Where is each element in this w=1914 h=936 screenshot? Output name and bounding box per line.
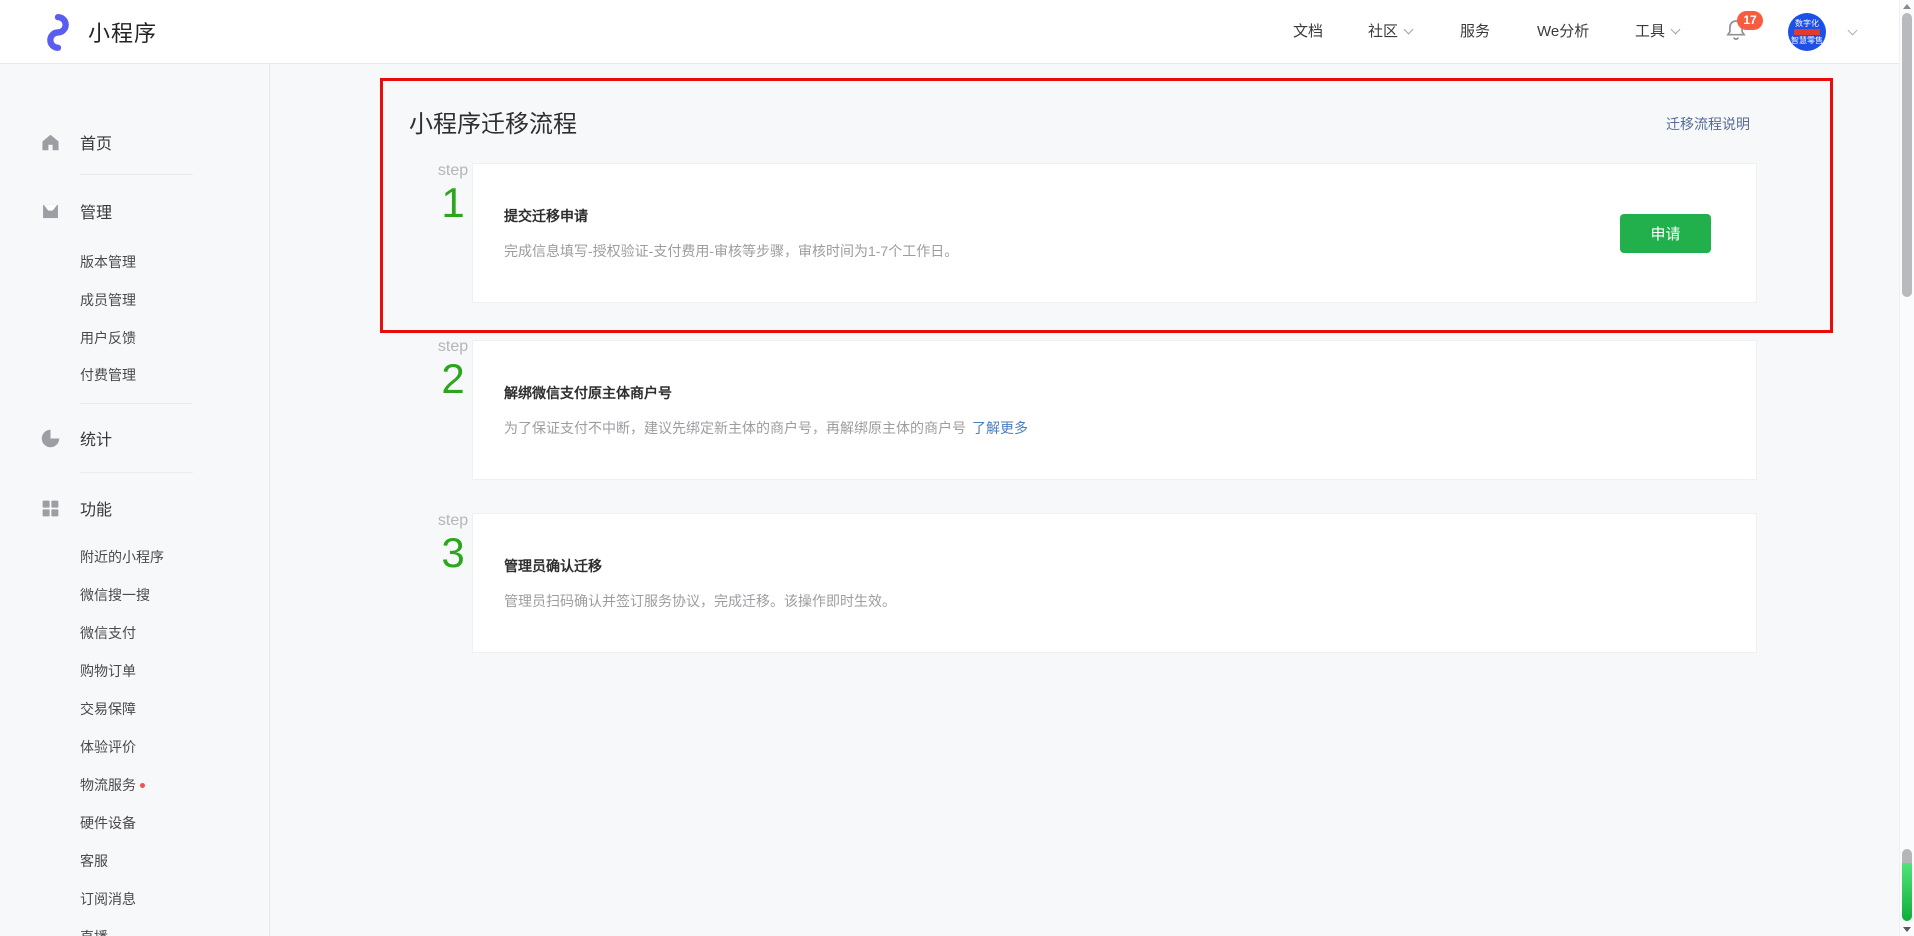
sidebar-item-customer-service[interactable]: 客服	[80, 852, 259, 870]
migration-guide-link[interactable]: 迁移流程说明	[1666, 114, 1750, 134]
sidebar-item-label: 微信搜一搜	[80, 585, 150, 605]
chevron-down-icon[interactable]	[1848, 26, 1858, 36]
nav-weanalysis[interactable]: We分析	[1537, 23, 1589, 41]
sidebar-item-label: 订阅消息	[80, 889, 136, 909]
account-avatar[interactable]: 数字化 智慧零售	[1788, 13, 1826, 51]
scroll-indicator-cap	[1902, 849, 1912, 863]
sidebar-group-manage[interactable]: 管理	[40, 199, 259, 223]
sidebar-item-label: 体验评价	[80, 737, 136, 757]
sidebar-item-wechat-search[interactable]: 微信搜一搜	[80, 586, 259, 604]
sidebar-item-nearby-miniprogram[interactable]: 附近的小程序	[80, 548, 259, 566]
sidebar-group-label: 功能	[80, 496, 112, 520]
sidebar-item-user-feedback[interactable]: 用户反馈	[80, 329, 259, 347]
nav-community[interactable]: 社区	[1368, 23, 1412, 41]
new-badge-dot	[140, 783, 145, 788]
card-desc: 完成信息填写-授权验证-支付费用-审核等步骤，审核时间为1-7个工作日。	[504, 241, 958, 261]
divider	[80, 403, 193, 404]
avatar-red-band	[1794, 29, 1820, 35]
scroll-green-indicator[interactable]	[1902, 849, 1912, 921]
sidebar-group-statistics[interactable]: 统计	[40, 426, 259, 450]
sidebar-item-label: 附近的小程序	[80, 547, 164, 567]
card-text: 管理员确认迁移 管理员扫码确认并签订服务协议，完成迁移。该操作即时生效。	[504, 556, 896, 611]
grid-icon	[40, 498, 61, 519]
chevron-down-icon	[1404, 25, 1414, 35]
scroll-indicator-green-body	[1902, 863, 1912, 921]
learn-more-link[interactable]: 了解更多	[972, 420, 1028, 436]
card-title: 提交迁移申请	[504, 206, 958, 226]
sidebar-group-features[interactable]: 功能	[40, 496, 259, 520]
nav-docs[interactable]: 文档	[1293, 23, 1323, 41]
card-text: 提交迁移申请 完成信息填写-授权验证-支付费用-审核等步骤，审核时间为1-7个工…	[504, 206, 958, 261]
apply-button[interactable]: 申请	[1620, 214, 1711, 253]
sidebar: 首页 管理 版本管理 成员管理 用户反馈 付费管理 统计 功能 附近的小程序 微…	[0, 64, 270, 936]
top-header: 小程序 文档 社区 服务 We分析 工具 17 数字化 智慧零售	[0, 0, 1914, 64]
scroll-up-arrow-icon[interactable]	[1903, 4, 1911, 9]
app-logo[interactable]: 小程序	[40, 13, 157, 51]
sidebar-item-transaction-guarantee[interactable]: 交易保障	[80, 700, 259, 718]
notification-bell[interactable]: 17	[1724, 17, 1754, 47]
sidebar-item-payment-management[interactable]: 付费管理	[80, 366, 259, 384]
page-title: 小程序迁移流程	[409, 104, 577, 139]
sidebar-item-label: 购物订单	[80, 661, 136, 681]
sidebar-item-version-management[interactable]: 版本管理	[80, 253, 259, 271]
sidebar-group-label: 管理	[80, 199, 112, 223]
nav-community-label: 社区	[1368, 23, 1398, 40]
card-desc: 管理员扫码确认并签订服务协议，完成迁移。该操作即时生效。	[504, 591, 896, 611]
app-title: 小程序	[88, 16, 157, 48]
home-icon	[40, 132, 61, 153]
sidebar-item-label: 微信支付	[80, 623, 136, 643]
sidebar-item-home[interactable]: 首页	[40, 130, 259, 154]
nav-tools[interactable]: 工具	[1635, 23, 1679, 41]
sidebar-item-label: 付费管理	[80, 365, 136, 385]
notification-badge: 17	[1737, 11, 1763, 30]
sidebar-item-label: 首页	[80, 130, 112, 154]
step-card-3: 管理员确认迁移 管理员扫码确认并签订服务协议，完成迁移。该操作即时生效。	[472, 513, 1757, 653]
sidebar-item-experience-rating[interactable]: 体验评价	[80, 738, 259, 756]
step-card-2: 解绑微信支付原主体商户号 为了保证支付不中断，建议先绑定新主体的商户号，再解绑原…	[472, 340, 1757, 480]
pie-chart-icon	[40, 428, 61, 449]
card-text: 解绑微信支付原主体商户号 为了保证支付不中断，建议先绑定新主体的商户号，再解绑原…	[504, 383, 1028, 438]
card-desc-text: 为了保证支付不中断，建议先绑定新主体的商户号，再解绑原主体的商户号	[504, 420, 966, 436]
step-card-1: 提交迁移申请 完成信息填写-授权验证-支付费用-审核等步骤，审核时间为1-7个工…	[472, 163, 1757, 303]
sidebar-item-label: 物流服务	[80, 775, 136, 795]
sidebar-item-member-management[interactable]: 成员管理	[80, 291, 259, 309]
sidebar-item-label: 交易保障	[80, 699, 136, 719]
avatar-text-bottom: 智慧零售	[1791, 36, 1823, 45]
sidebar-group-label: 统计	[80, 426, 112, 450]
scrollbar-thumb[interactable]	[1902, 13, 1912, 297]
sidebar-item-label: 成员管理	[80, 290, 136, 310]
card-title: 解绑微信支付原主体商户号	[504, 383, 1028, 403]
sidebar-item-live-streaming[interactable]: 直播	[80, 928, 259, 936]
chevron-down-icon	[1671, 25, 1681, 35]
sidebar-item-shopping-orders[interactable]: 购物订单	[80, 662, 259, 680]
divider	[80, 174, 193, 175]
sidebar-item-label: 版本管理	[80, 252, 136, 272]
nav-tools-label: 工具	[1635, 23, 1665, 40]
sidebar-item-label: 客服	[80, 851, 108, 871]
card-title: 管理员确认迁移	[504, 556, 896, 576]
mini-program-logo-icon	[40, 13, 76, 51]
sidebar-item-label: 直播	[80, 927, 108, 936]
nav-service[interactable]: 服务	[1460, 23, 1490, 41]
card-desc: 为了保证支付不中断，建议先绑定新主体的商户号，再解绑原主体的商户号了解更多	[504, 418, 1028, 438]
sidebar-item-hardware-devices[interactable]: 硬件设备	[80, 814, 259, 832]
main-content: 小程序迁移流程 迁移流程说明 step 1 提交迁移申请 完成信息填写-授权验证…	[0, 0, 1914, 936]
scroll-down-arrow-icon[interactable]	[1903, 927, 1911, 932]
sidebar-item-label: 用户反馈	[80, 328, 136, 348]
inbox-icon	[40, 201, 61, 222]
sidebar-item-subscribe-message[interactable]: 订阅消息	[80, 890, 259, 908]
sidebar-item-logistics-service[interactable]: 物流服务	[80, 776, 259, 794]
avatar-text-top: 数字化	[1795, 19, 1819, 28]
sidebar-item-wechat-pay[interactable]: 微信支付	[80, 624, 259, 642]
sidebar-item-label: 硬件设备	[80, 813, 136, 833]
scrollbar	[1899, 0, 1914, 936]
divider	[80, 472, 193, 473]
